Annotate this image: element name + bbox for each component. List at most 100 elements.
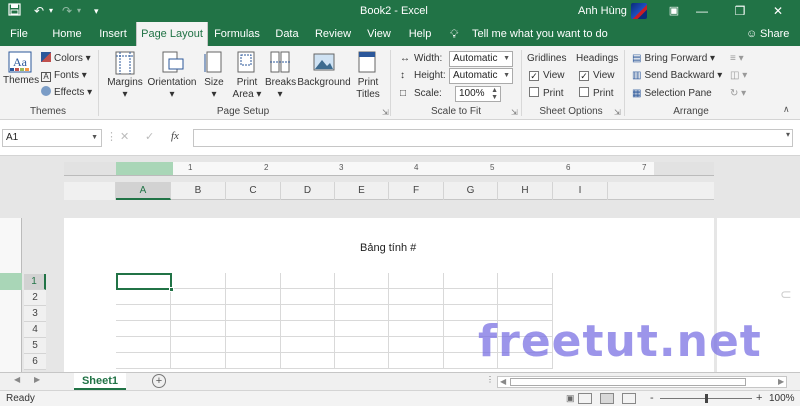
column-header-h[interactable]: H <box>498 182 553 200</box>
margins-button[interactable]: Margins ▾ <box>106 51 144 101</box>
accessibility-icon[interactable]: ▣ <box>566 393 575 404</box>
minimize-button[interactable]: — <box>682 0 722 22</box>
cell[interactable] <box>281 289 335 305</box>
column-header-c[interactable]: C <box>226 182 281 200</box>
cell[interactable] <box>226 289 281 305</box>
row-header-4[interactable]: 4 <box>24 322 46 338</box>
close-button[interactable]: ✕ <box>758 0 798 22</box>
scrollbar-thumb[interactable] <box>510 378 746 386</box>
tab-data[interactable]: Data <box>272 22 302 46</box>
width-dropdown[interactable]: Automatic ▼ <box>449 51 513 67</box>
cell[interactable] <box>171 273 226 289</box>
background-button[interactable]: Background <box>297 51 351 89</box>
tab-formulas[interactable]: Formulas <box>214 22 260 46</box>
cell[interactable] <box>226 353 281 369</box>
cell[interactable] <box>226 321 281 337</box>
tab-page-layout[interactable]: Page Layout <box>136 22 208 46</box>
tab-file[interactable]: File <box>6 22 32 46</box>
formula-input[interactable] <box>193 129 793 147</box>
column-header-e[interactable]: E <box>335 182 389 200</box>
cell[interactable] <box>335 289 389 305</box>
user-name[interactable]: Anh Hùng <box>578 3 627 19</box>
undo-icon[interactable]: ↶ <box>34 3 44 19</box>
horizontal-scrollbar[interactable]: ◀ ▶ <box>497 376 787 388</box>
normal-view-button[interactable] <box>578 393 592 404</box>
save-icon[interactable] <box>8 3 21 20</box>
page-layout-view-button[interactable] <box>600 393 614 404</box>
undo-dropdown-icon[interactable]: ▾ <box>49 3 53 19</box>
tab-view[interactable]: View <box>364 22 394 46</box>
cell[interactable] <box>171 321 226 337</box>
cell[interactable] <box>281 353 335 369</box>
column-header-i[interactable]: I <box>553 182 608 200</box>
cell[interactable] <box>444 289 498 305</box>
cell[interactable] <box>335 337 389 353</box>
column-header-a[interactable]: A <box>116 182 171 200</box>
cell[interactable] <box>281 273 335 289</box>
tab-help[interactable]: Help <box>406 22 434 46</box>
rotate-icon[interactable]: ↻ ▾ <box>730 87 746 101</box>
zoom-level[interactable]: 100% <box>769 393 795 404</box>
selection-pane-button[interactable]: ▦ Selection Pane <box>632 87 712 101</box>
page-setup-launcher-icon[interactable]: ⇲ <box>382 108 389 117</box>
page-header-text[interactable]: Bảng tính # <box>360 242 416 254</box>
cell[interactable] <box>171 353 226 369</box>
gridlines-view-checkbox[interactable]: ✓ View <box>529 69 565 83</box>
cell[interactable] <box>389 321 444 337</box>
next-sheet-icon[interactable]: ▶ <box>34 375 40 384</box>
sheet-options-launcher-icon[interactable]: ⇲ <box>614 108 621 117</box>
cell[interactable] <box>335 273 389 289</box>
send-backward-button[interactable]: ▥ Send Backward ▾ <box>632 69 722 83</box>
collapse-ribbon-icon[interactable]: ∧ <box>783 102 790 116</box>
scale-spinner-icon[interactable]: ▲ ▼ <box>491 87 498 101</box>
select-all-corner[interactable] <box>64 182 116 200</box>
column-header-f[interactable]: F <box>389 182 444 200</box>
insert-function-icon[interactable]: fx <box>171 130 179 142</box>
cell[interactable] <box>389 273 444 289</box>
cell[interactable] <box>171 289 226 305</box>
size-button[interactable]: Size ▾ <box>201 51 227 101</box>
cell[interactable] <box>226 337 281 353</box>
headings-view-checkbox[interactable]: ✓ View <box>579 69 615 83</box>
cell[interactable] <box>281 305 335 321</box>
row-header-1[interactable]: 1 <box>24 274 46 290</box>
column-header-b[interactable]: B <box>171 182 226 200</box>
scale-input[interactable]: 100% ▲ ▼ <box>455 86 501 102</box>
cell[interactable] <box>226 305 281 321</box>
cell[interactable] <box>116 289 171 305</box>
cell[interactable] <box>226 273 281 289</box>
row-header-3[interactable]: 3 <box>24 306 46 322</box>
fonts-button[interactable]: A Fonts ▾ <box>41 69 87 83</box>
tab-split-handle[interactable]: ⋮ <box>486 375 494 384</box>
tab-home[interactable]: Home <box>50 22 84 46</box>
cell[interactable] <box>498 289 553 305</box>
share-icon[interactable]: ☺ <box>746 26 757 42</box>
tab-insert[interactable]: Insert <box>96 22 130 46</box>
cell[interactable] <box>171 305 226 321</box>
scale-to-fit-launcher-icon[interactable]: ⇲ <box>511 108 518 117</box>
cell[interactable] <box>281 321 335 337</box>
colors-button[interactable]: Colors ▾ <box>41 52 91 66</box>
effects-button[interactable]: Effects ▾ <box>41 86 92 100</box>
cell[interactable] <box>335 321 389 337</box>
print-area-button[interactable]: Print Area ▾ <box>231 51 263 101</box>
redo-icon[interactable]: ↷ <box>62 3 72 19</box>
expand-formula-bar-icon[interactable]: ▾ <box>786 130 790 139</box>
scroll-right-icon[interactable]: ▶ <box>778 377 784 386</box>
column-header-d[interactable]: D <box>281 182 335 200</box>
cancel-icon[interactable]: ✕ <box>120 130 129 143</box>
print-titles-button[interactable]: Print Titles <box>354 51 382 101</box>
cell[interactable] <box>281 337 335 353</box>
more-options-icon[interactable]: ⋮ <box>106 130 117 143</box>
page-break-preview-button[interactable] <box>622 393 636 404</box>
tab-review[interactable]: Review <box>314 22 352 46</box>
zoom-slider-thumb[interactable] <box>705 394 708 403</box>
avatar[interactable] <box>631 3 647 19</box>
headings-print-checkbox[interactable]: Print <box>579 87 614 101</box>
active-cell-a1[interactable] <box>116 273 174 292</box>
orientation-button[interactable]: Orientation ▾ <box>146 51 198 101</box>
column-header-g[interactable]: G <box>444 182 498 200</box>
cell[interactable] <box>389 353 444 369</box>
redo-dropdown-icon[interactable]: ▾ <box>77 3 81 19</box>
breaks-button[interactable]: Breaks ▾ <box>265 51 296 101</box>
